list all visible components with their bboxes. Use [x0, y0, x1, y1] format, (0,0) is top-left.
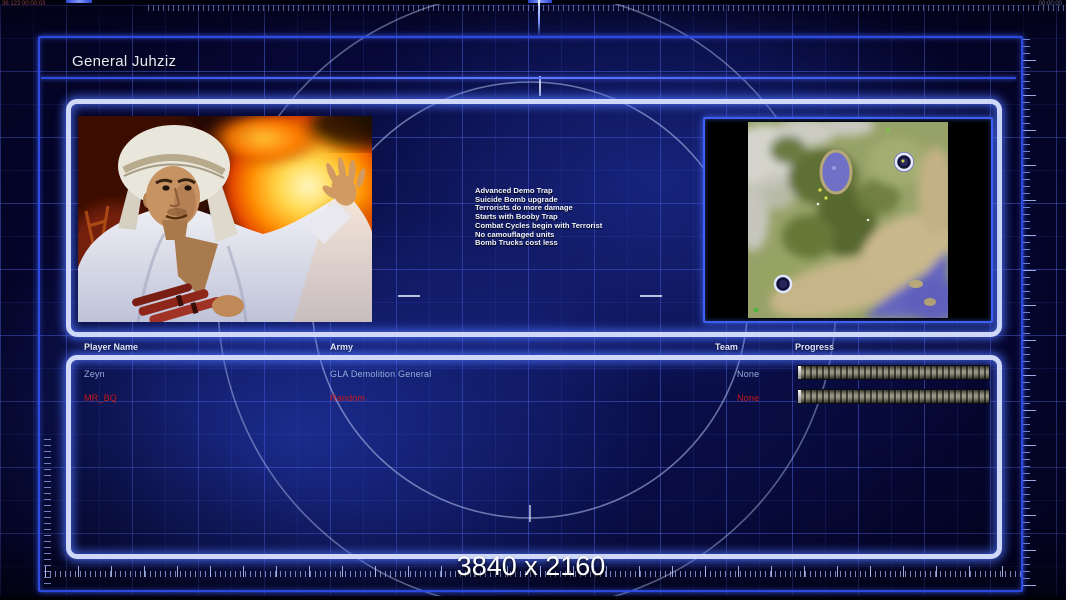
page-title: General Juhziz — [72, 53, 177, 70]
general-abilities-list: Advanced Demo Trap Suicide Bomb upgrade … — [475, 186, 715, 248]
progress-fill — [798, 366, 989, 379]
debug-timer-text: 00:00:00 — [1038, 1, 1062, 7]
top-ruler — [148, 5, 1066, 11]
right-ruler-major-ticks — [1023, 38, 1036, 586]
resolution-watermark: 3840 x 2160 — [456, 551, 606, 581]
column-header-army: Army — [330, 342, 354, 352]
players-panel — [66, 355, 1002, 559]
title-divider — [41, 77, 1016, 79]
player-army: GLA Demolition General — [330, 369, 432, 379]
debug-counter-text: 36 123 00:00:03 — [2, 1, 46, 7]
general-portrait-image — [78, 116, 372, 322]
player-team: None — [737, 393, 760, 403]
player-team: None — [737, 369, 760, 379]
start-position-marker — [894, 152, 914, 172]
top-edge-dash — [66, 0, 92, 3]
player-name: MR_BQ — [84, 393, 118, 403]
minimap-panel — [703, 117, 993, 323]
bottom-edge-strip — [0, 596, 1066, 600]
player-progress-bar — [797, 389, 990, 404]
progress-fill — [798, 390, 989, 403]
right-ruler — [1023, 38, 1030, 586]
player-progress-bar — [797, 365, 990, 380]
column-header-team: Team — [715, 342, 738, 352]
start-position-marker — [773, 274, 793, 294]
column-header-progress: Progress — [795, 342, 835, 352]
column-header-player-name: Player Name — [84, 342, 139, 352]
player-name: Zeyn — [84, 369, 105, 379]
ability-line: Bomb Trucks cost less — [475, 238, 558, 248]
top-edge-dash — [528, 0, 552, 3]
loading-screen: 36 123 00:00:03 00:00:00 General Juhziz — [0, 0, 1066, 600]
minimap-image — [748, 122, 948, 318]
player-army: Random — [330, 393, 366, 403]
center-tick-mark — [538, 0, 540, 36]
